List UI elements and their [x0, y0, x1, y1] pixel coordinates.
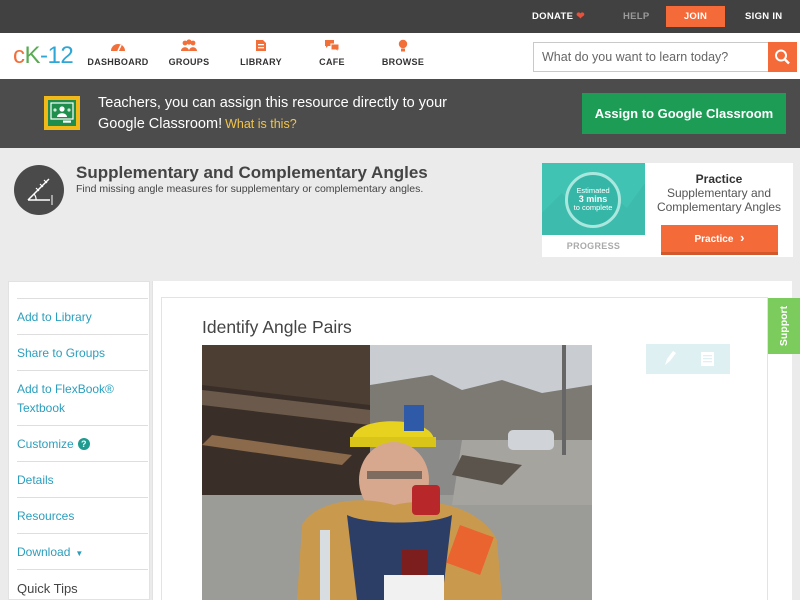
nav-cafe-label: CAFE — [319, 57, 345, 67]
sign-in-link[interactable]: SIGN IN — [745, 0, 782, 33]
practice-button-label: Practice — [694, 234, 734, 245]
groups-icon — [181, 39, 197, 51]
nav-browse-label: BROWSE — [381, 57, 425, 67]
nav-dashboard[interactable]: DASHBOARD — [87, 39, 149, 67]
practice-name: Supplementary and Complementary Angles — [656, 186, 782, 214]
nav-library-label: LIBRARY — [240, 57, 282, 67]
concept-title: Supplementary and Complementary Angles — [76, 163, 428, 182]
main-nav: cK-12 DASHBOARD GROUPS LIBRARY CAFE BROW… — [0, 33, 800, 79]
google-classroom-icon — [44, 96, 80, 130]
help-icon[interactable]: ? — [77, 438, 90, 450]
search-input[interactable] — [534, 43, 768, 71]
top-bar: DONATE ❤ HELP JOIN SIGN IN — [0, 0, 800, 33]
pencil-icon[interactable] — [665, 351, 676, 365]
share-to-groups-link[interactable]: Share to Groups — [17, 334, 148, 363]
quick-tips-heading: Quick Tips — [17, 569, 148, 598]
quick-tips-label: Quick Tips — [17, 581, 78, 596]
join-button[interactable]: JOIN — [666, 6, 725, 27]
content-tools — [646, 344, 730, 374]
progress-graphic: Estimated 3 mins to complete — [542, 163, 645, 235]
assign-to-google-classroom-button[interactable]: Assign to Google Classroom — [582, 93, 786, 134]
ck12-logo[interactable]: cK-12 — [13, 42, 74, 70]
details-link[interactable]: Details — [17, 461, 148, 490]
nav-groups[interactable]: GROUPS — [165, 39, 213, 67]
practice-button[interactable]: Practice › — [661, 225, 778, 255]
logo-part-k: K — [24, 42, 41, 69]
help-link[interactable]: HELP — [623, 0, 650, 33]
nav-library[interactable]: LIBRARY — [239, 39, 283, 67]
customize-link[interactable]: Customize? — [17, 425, 148, 454]
progress-label: PROGRESS — [566, 241, 621, 251]
add-to-flexbook-link[interactable]: Add to FlexBook® Textbook — [17, 370, 148, 418]
left-sidebar: Add to Library Share to Groups Add to Fl… — [8, 281, 150, 600]
google-classroom-banner: Teachers, you can assign this resource d… — [0, 79, 800, 148]
share-to-groups-label: Share to Groups — [17, 346, 106, 360]
add-to-library-label: Add to Library — [17, 310, 92, 324]
nav-dashboard-label: DASHBOARD — [87, 57, 149, 67]
search-button[interactable] — [768, 42, 797, 72]
support-tab[interactable]: Support — [768, 298, 800, 354]
add-to-flexbook-label: Add to FlexBook® Textbook — [17, 382, 114, 415]
search-box — [533, 42, 797, 72]
support-label: Support — [778, 305, 790, 347]
search-icon — [775, 49, 790, 65]
chevron-right-icon: › — [740, 230, 745, 245]
heart-icon: ❤ — [576, 11, 585, 22]
concept-icon — [14, 165, 64, 215]
library-icon — [256, 40, 266, 51]
resources-label: Resources — [17, 509, 75, 523]
download-dropdown[interactable]: Download ▼ — [17, 533, 148, 563]
progress-panel: Estimated 3 mins to complete PROGRESS — [542, 163, 645, 257]
what-is-this-link[interactable]: What is this? — [225, 117, 297, 131]
nav-browse[interactable]: BROWSE — [380, 39, 426, 67]
cafe-icon — [325, 40, 340, 52]
resources-link[interactable]: Resources — [17, 497, 148, 526]
details-label: Details — [17, 473, 54, 487]
banner-message: Teachers, you can assign this resource d… — [98, 93, 458, 135]
download-label: Download — [17, 545, 71, 559]
nav-cafe[interactable]: CAFE — [316, 39, 348, 67]
estimated-time-ring: Estimated 3 mins to complete — [565, 172, 621, 228]
donate-link[interactable]: DONATE ❤ — [532, 0, 585, 33]
customize-label: Customize — [17, 437, 74, 451]
add-to-library-link[interactable]: Add to Library — [17, 298, 148, 327]
dashboard-icon — [111, 44, 125, 52]
practice-card: Estimated 3 mins to complete PROGRESS Pr… — [542, 163, 793, 257]
angles-icon — [27, 178, 53, 205]
notes-icon[interactable] — [701, 352, 714, 366]
to-complete-label: to complete — [573, 203, 613, 212]
concept-subtitle: Find missing angle measures for suppleme… — [76, 183, 424, 195]
nav-groups-label: GROUPS — [168, 57, 210, 67]
caret-down-icon: ▼ — [75, 549, 84, 558]
practice-heading: Practice — [695, 172, 743, 186]
rescue-worker-photo — [202, 345, 592, 600]
content-title: Identify Angle Pairs — [202, 317, 352, 337]
donate-label: DONATE — [532, 11, 574, 22]
logo-part-12: -12 — [40, 42, 74, 69]
logo-part-c: c — [13, 42, 25, 69]
browse-icon — [398, 39, 408, 52]
